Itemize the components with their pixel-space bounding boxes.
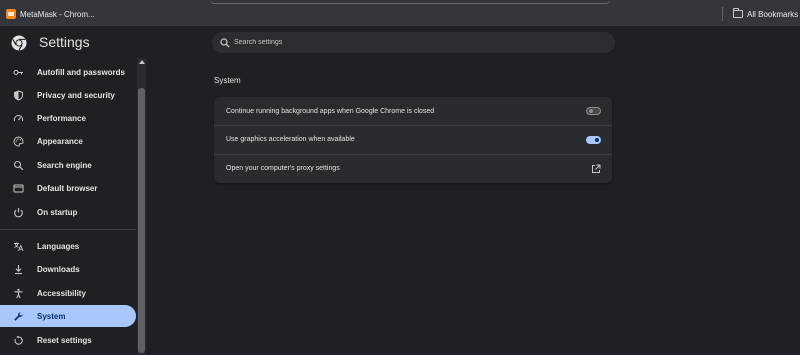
sidebar-item-autofill[interactable]: Autofill and passwords xyxy=(0,61,136,83)
folder-icon xyxy=(733,8,743,18)
palette-icon xyxy=(13,135,24,147)
search-input[interactable] xyxy=(234,39,594,46)
toggle-knob xyxy=(589,109,593,113)
graphics-acceleration-row[interactable]: Use graphics acceleration when available xyxy=(214,125,612,153)
page-title: Settings xyxy=(39,34,90,50)
download-icon xyxy=(13,264,24,275)
wrench-icon xyxy=(13,311,24,322)
scrollbar-thumb[interactable] xyxy=(138,88,145,353)
bookmark-metamask[interactable]: MetaMask - Chrom... xyxy=(6,7,95,21)
system-settings-card: Continue running background apps when Go… xyxy=(214,97,612,183)
row-label: Use graphics acceleration when available xyxy=(226,136,355,143)
translate-icon xyxy=(13,241,24,252)
sidebar: Autofill and passwords Privacy and secur… xyxy=(0,58,140,355)
graphics-acceleration-toggle[interactable] xyxy=(586,136,601,144)
background-apps-toggle[interactable] xyxy=(586,107,601,115)
sidebar-item-label: System xyxy=(37,311,66,321)
row-label: Open your computer's proxy settings xyxy=(226,165,340,172)
scroll-up-arrow-icon[interactable] xyxy=(138,60,145,64)
shield-icon xyxy=(13,89,24,101)
sidebar-item-languages[interactable]: Languages xyxy=(0,235,136,257)
search-icon xyxy=(13,160,24,171)
sidebar-item-label: Accessibility xyxy=(37,288,86,298)
sidebar-item-accessibility[interactable]: Accessibility xyxy=(0,282,136,304)
sidebar-item-reset-settings[interactable]: Reset settings xyxy=(0,329,136,351)
sidebar-item-downloads[interactable]: Downloads xyxy=(0,258,136,280)
sidebar-item-label: Reset settings xyxy=(37,335,92,345)
gauge-icon xyxy=(13,113,24,124)
sidebar-divider xyxy=(0,229,136,230)
sidebar-item-privacy[interactable]: Privacy and security xyxy=(0,84,136,106)
sidebar-item-label: Privacy and security xyxy=(37,90,115,100)
tab-strip-edge xyxy=(210,0,610,4)
search-box[interactable] xyxy=(212,32,615,53)
all-bookmarks-label: All Bookmarks xyxy=(747,9,799,19)
sidebar-item-appearance[interactable]: Appearance xyxy=(0,130,136,152)
search-icon xyxy=(220,37,230,47)
bookmark-label: MetaMask - Chrom... xyxy=(20,9,95,19)
toggle-knob xyxy=(595,138,599,142)
browser-window-icon xyxy=(13,183,24,194)
row-label: Continue running background apps when Go… xyxy=(226,107,435,115)
reset-icon xyxy=(13,335,24,346)
sidebar-item-label: Search engine xyxy=(37,160,92,170)
all-bookmarks-button[interactable]: All Bookmarks xyxy=(733,7,798,21)
sidebar-item-label: On startup xyxy=(37,207,78,217)
sidebar-item-label: Autofill and passwords xyxy=(37,67,126,77)
sidebar-item-on-startup[interactable]: On startup xyxy=(0,201,136,223)
sidebar-item-label: Default browser xyxy=(37,183,98,193)
metamask-favicon-icon xyxy=(6,9,16,19)
external-link-icon[interactable] xyxy=(591,164,601,174)
accessibility-icon xyxy=(13,288,24,299)
sidebar-item-search-engine[interactable]: Search engine xyxy=(0,154,136,176)
sidebar-item-system[interactable]: System xyxy=(0,305,136,327)
sidebar-item-default-browser[interactable]: Default browser xyxy=(0,177,136,199)
sidebar-item-label: Languages xyxy=(37,241,80,251)
sidebar-scrollbar[interactable] xyxy=(137,58,146,355)
background-apps-row[interactable]: Continue running background apps when Go… xyxy=(214,97,612,125)
power-icon xyxy=(13,207,24,218)
key-icon xyxy=(13,67,24,78)
bookmarks-bar: MetaMask - Chrom... All Bookmarks xyxy=(0,0,800,27)
sidebar-item-performance[interactable]: Performance xyxy=(0,107,136,129)
sidebar-item-label: Performance xyxy=(37,113,86,123)
sidebar-item-label: Downloads xyxy=(37,264,80,274)
sidebar-item-label: Appearance xyxy=(37,136,83,146)
proxy-settings-row[interactable]: Open your computer's proxy settings xyxy=(214,154,612,182)
chrome-logo-icon xyxy=(11,35,27,51)
bookmarks-separator xyxy=(722,7,723,21)
section-title: System xyxy=(214,76,241,85)
